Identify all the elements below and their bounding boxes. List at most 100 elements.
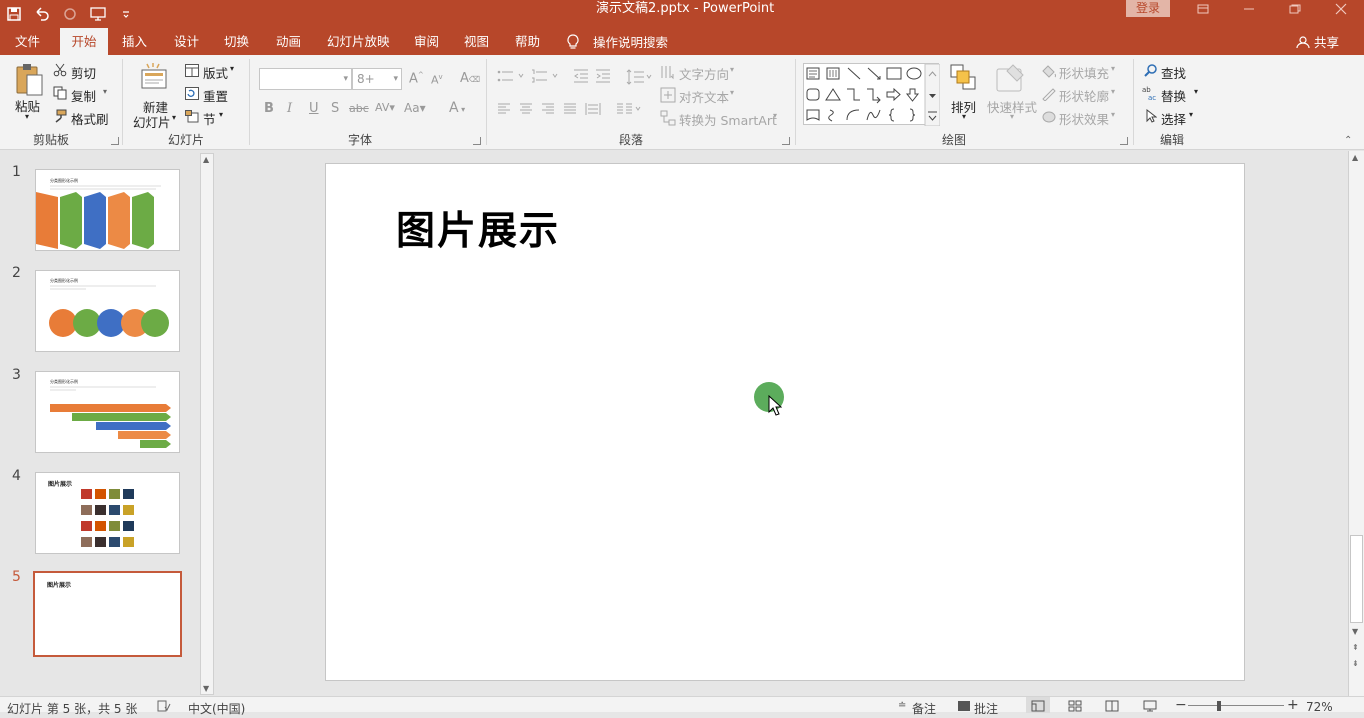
collapse-ribbon-icon[interactable]: ⌃ xyxy=(1344,135,1352,146)
shape-outline-dropdown-icon[interactable]: ▾ xyxy=(1111,87,1115,96)
tab-design[interactable]: 设计 xyxy=(174,28,199,55)
character-spacing-icon[interactable]: AV▾ xyxy=(375,101,395,114)
line-spacing-icon[interactable] xyxy=(626,69,652,88)
justify-icon[interactable] xyxy=(563,103,577,118)
decrease-font-size-icon[interactable]: Av xyxy=(431,73,443,87)
font-launcher-icon[interactable] xyxy=(473,137,481,145)
slide-sorter-icon[interactable] xyxy=(1068,700,1082,715)
text-shadow-icon[interactable]: S xyxy=(331,101,339,116)
columns-icon[interactable] xyxy=(616,103,642,118)
font-color-icon[interactable]: A ▾ xyxy=(449,100,465,116)
format-painter-button[interactable]: 格式刷 xyxy=(71,109,109,128)
minimize-icon[interactable] xyxy=(1234,0,1264,17)
quick-styles-dropdown-icon[interactable]: ▾ xyxy=(1010,112,1014,121)
tab-view[interactable]: 视图 xyxy=(464,28,489,55)
find-button[interactable]: 查找 xyxy=(1161,63,1186,82)
slideshow-view-icon[interactable] xyxy=(1143,700,1157,715)
cut-button[interactable]: 剪切 xyxy=(71,63,96,82)
replace-button[interactable]: 替换 xyxy=(1161,86,1186,105)
decrease-indent-icon[interactable] xyxy=(573,69,589,86)
tab-animations[interactable]: 动画 xyxy=(276,28,301,55)
tab-file[interactable]: 文件 xyxy=(15,28,40,55)
layout-dropdown-icon[interactable]: ▾ xyxy=(230,64,234,73)
zoom-in-icon[interactable]: + xyxy=(1287,697,1299,713)
shapes-gallery[interactable] xyxy=(803,63,940,126)
tab-review[interactable]: 审阅 xyxy=(414,28,439,55)
restore-icon[interactable] xyxy=(1280,0,1310,17)
scroll-thumb[interactable] xyxy=(1350,535,1363,623)
smartart-dropdown-icon[interactable]: ▾ xyxy=(773,111,777,120)
tab-slideshow[interactable]: 幻灯片放映 xyxy=(327,28,390,55)
zoom-slider-track[interactable] xyxy=(1188,705,1284,706)
slide-thumbnail-2[interactable]: 分类图形化示例 xyxy=(35,270,180,352)
tab-home[interactable]: 开始 xyxy=(60,28,108,56)
section-button[interactable]: 节 xyxy=(203,109,216,128)
slide-scrollbar[interactable]: ▲ ▼ ⇞ ⇟ xyxy=(1348,151,1364,696)
spellcheck-icon[interactable] xyxy=(157,700,171,715)
strikethrough-icon[interactable]: abc xyxy=(349,102,369,115)
tab-transitions[interactable]: 切换 xyxy=(224,28,249,55)
tab-help[interactable]: 帮助 xyxy=(515,28,540,55)
present-from-start-icon[interactable] xyxy=(84,0,112,28)
copy-dropdown-icon[interactable]: ▾ xyxy=(103,87,107,96)
zoom-slider-handle[interactable] xyxy=(1217,701,1221,711)
previous-slide-icon[interactable]: ⇞ xyxy=(1352,643,1359,652)
share-button[interactable]: 共享 xyxy=(1296,28,1339,55)
select-dropdown-icon[interactable]: ▾ xyxy=(1189,110,1193,119)
align-text-dropdown-icon[interactable]: ▾ xyxy=(730,88,734,97)
close-icon[interactable] xyxy=(1326,0,1356,17)
slide-thumbnail-5[interactable]: 图片展示 xyxy=(33,571,182,657)
tell-me-search[interactable]: 操作说明搜索 xyxy=(566,28,668,55)
redo-icon[interactable] xyxy=(56,0,84,28)
font-size-dropdown-icon[interactable]: ▾ xyxy=(393,69,398,89)
login-button[interactable]: 登录 xyxy=(1126,0,1170,17)
ribbon-display-options-icon[interactable] xyxy=(1188,0,1218,17)
paste-dropdown-icon[interactable]: ▾ xyxy=(25,112,29,121)
layout-button[interactable]: 版式 xyxy=(203,63,228,82)
comments-button[interactable]: 批注 xyxy=(974,700,998,717)
slide-thumbnail-4[interactable]: 图片展示 xyxy=(35,472,180,554)
new-slide-label-2[interactable]: 幻灯片 xyxy=(133,112,171,131)
increase-font-size-icon[interactable]: A^ xyxy=(409,71,424,86)
shape-effects-button[interactable]: 形状效果 xyxy=(1059,109,1109,128)
tab-insert[interactable]: 插入 xyxy=(122,28,147,55)
align-center-icon[interactable] xyxy=(519,103,533,118)
font-name-dropdown-icon[interactable]: ▾ xyxy=(343,69,348,89)
reset-button[interactable]: 重置 xyxy=(203,86,228,105)
shape-outline-button[interactable]: 形状轮廓 xyxy=(1059,86,1109,105)
scroll-down-icon[interactable]: ▼ xyxy=(203,684,209,693)
notes-button[interactable]: 备注 xyxy=(912,700,936,717)
font-name-field[interactable]: ▾ xyxy=(259,68,352,90)
current-slide[interactable]: 图片展示 xyxy=(325,163,1245,681)
paste-icon[interactable] xyxy=(14,63,44,100)
change-case-icon[interactable]: Aa▾ xyxy=(404,101,426,115)
arrange-icon[interactable] xyxy=(949,63,977,96)
align-text-button[interactable]: 对齐文本 xyxy=(679,87,729,106)
next-slide-icon[interactable]: ⇟ xyxy=(1352,659,1359,668)
clear-formatting-icon[interactable]: A⌫ xyxy=(460,71,480,86)
paragraph-launcher-icon[interactable] xyxy=(782,137,790,145)
align-left-icon[interactable] xyxy=(497,103,511,118)
italic-icon[interactable]: I xyxy=(287,101,292,116)
replace-dropdown-icon[interactable]: ▾ xyxy=(1194,87,1198,96)
numbering-icon[interactable] xyxy=(531,69,561,86)
align-right-icon[interactable] xyxy=(541,103,555,118)
slide-title[interactable]: 图片展示 xyxy=(396,200,560,256)
text-direction-dropdown-icon[interactable]: ▾ xyxy=(730,65,734,74)
select-button[interactable]: 选择 xyxy=(1161,109,1186,128)
text-direction-button[interactable]: 文字方向 xyxy=(679,64,729,83)
font-size-field[interactable]: 8+ ▾ xyxy=(352,68,402,90)
zoom-out-icon[interactable]: − xyxy=(1175,697,1187,713)
new-slide-dropdown-icon[interactable]: ▾ xyxy=(172,113,176,122)
drawing-launcher-icon[interactable] xyxy=(1120,137,1128,145)
scroll-down-icon[interactable]: ▼ xyxy=(1352,627,1358,636)
new-slide-icon[interactable] xyxy=(139,62,169,95)
language-indicator[interactable]: 中文(中国) xyxy=(188,700,245,717)
shape-fill-dropdown-icon[interactable]: ▾ xyxy=(1111,64,1115,73)
distributed-icon[interactable] xyxy=(585,102,601,119)
reading-view-icon[interactable] xyxy=(1105,700,1119,715)
arrange-dropdown-icon[interactable]: ▾ xyxy=(962,112,966,121)
convert-smartart-button[interactable]: 转换为 SmartArt xyxy=(679,110,777,129)
undo-icon[interactable] xyxy=(28,0,56,28)
clipboard-launcher-icon[interactable] xyxy=(111,137,119,145)
